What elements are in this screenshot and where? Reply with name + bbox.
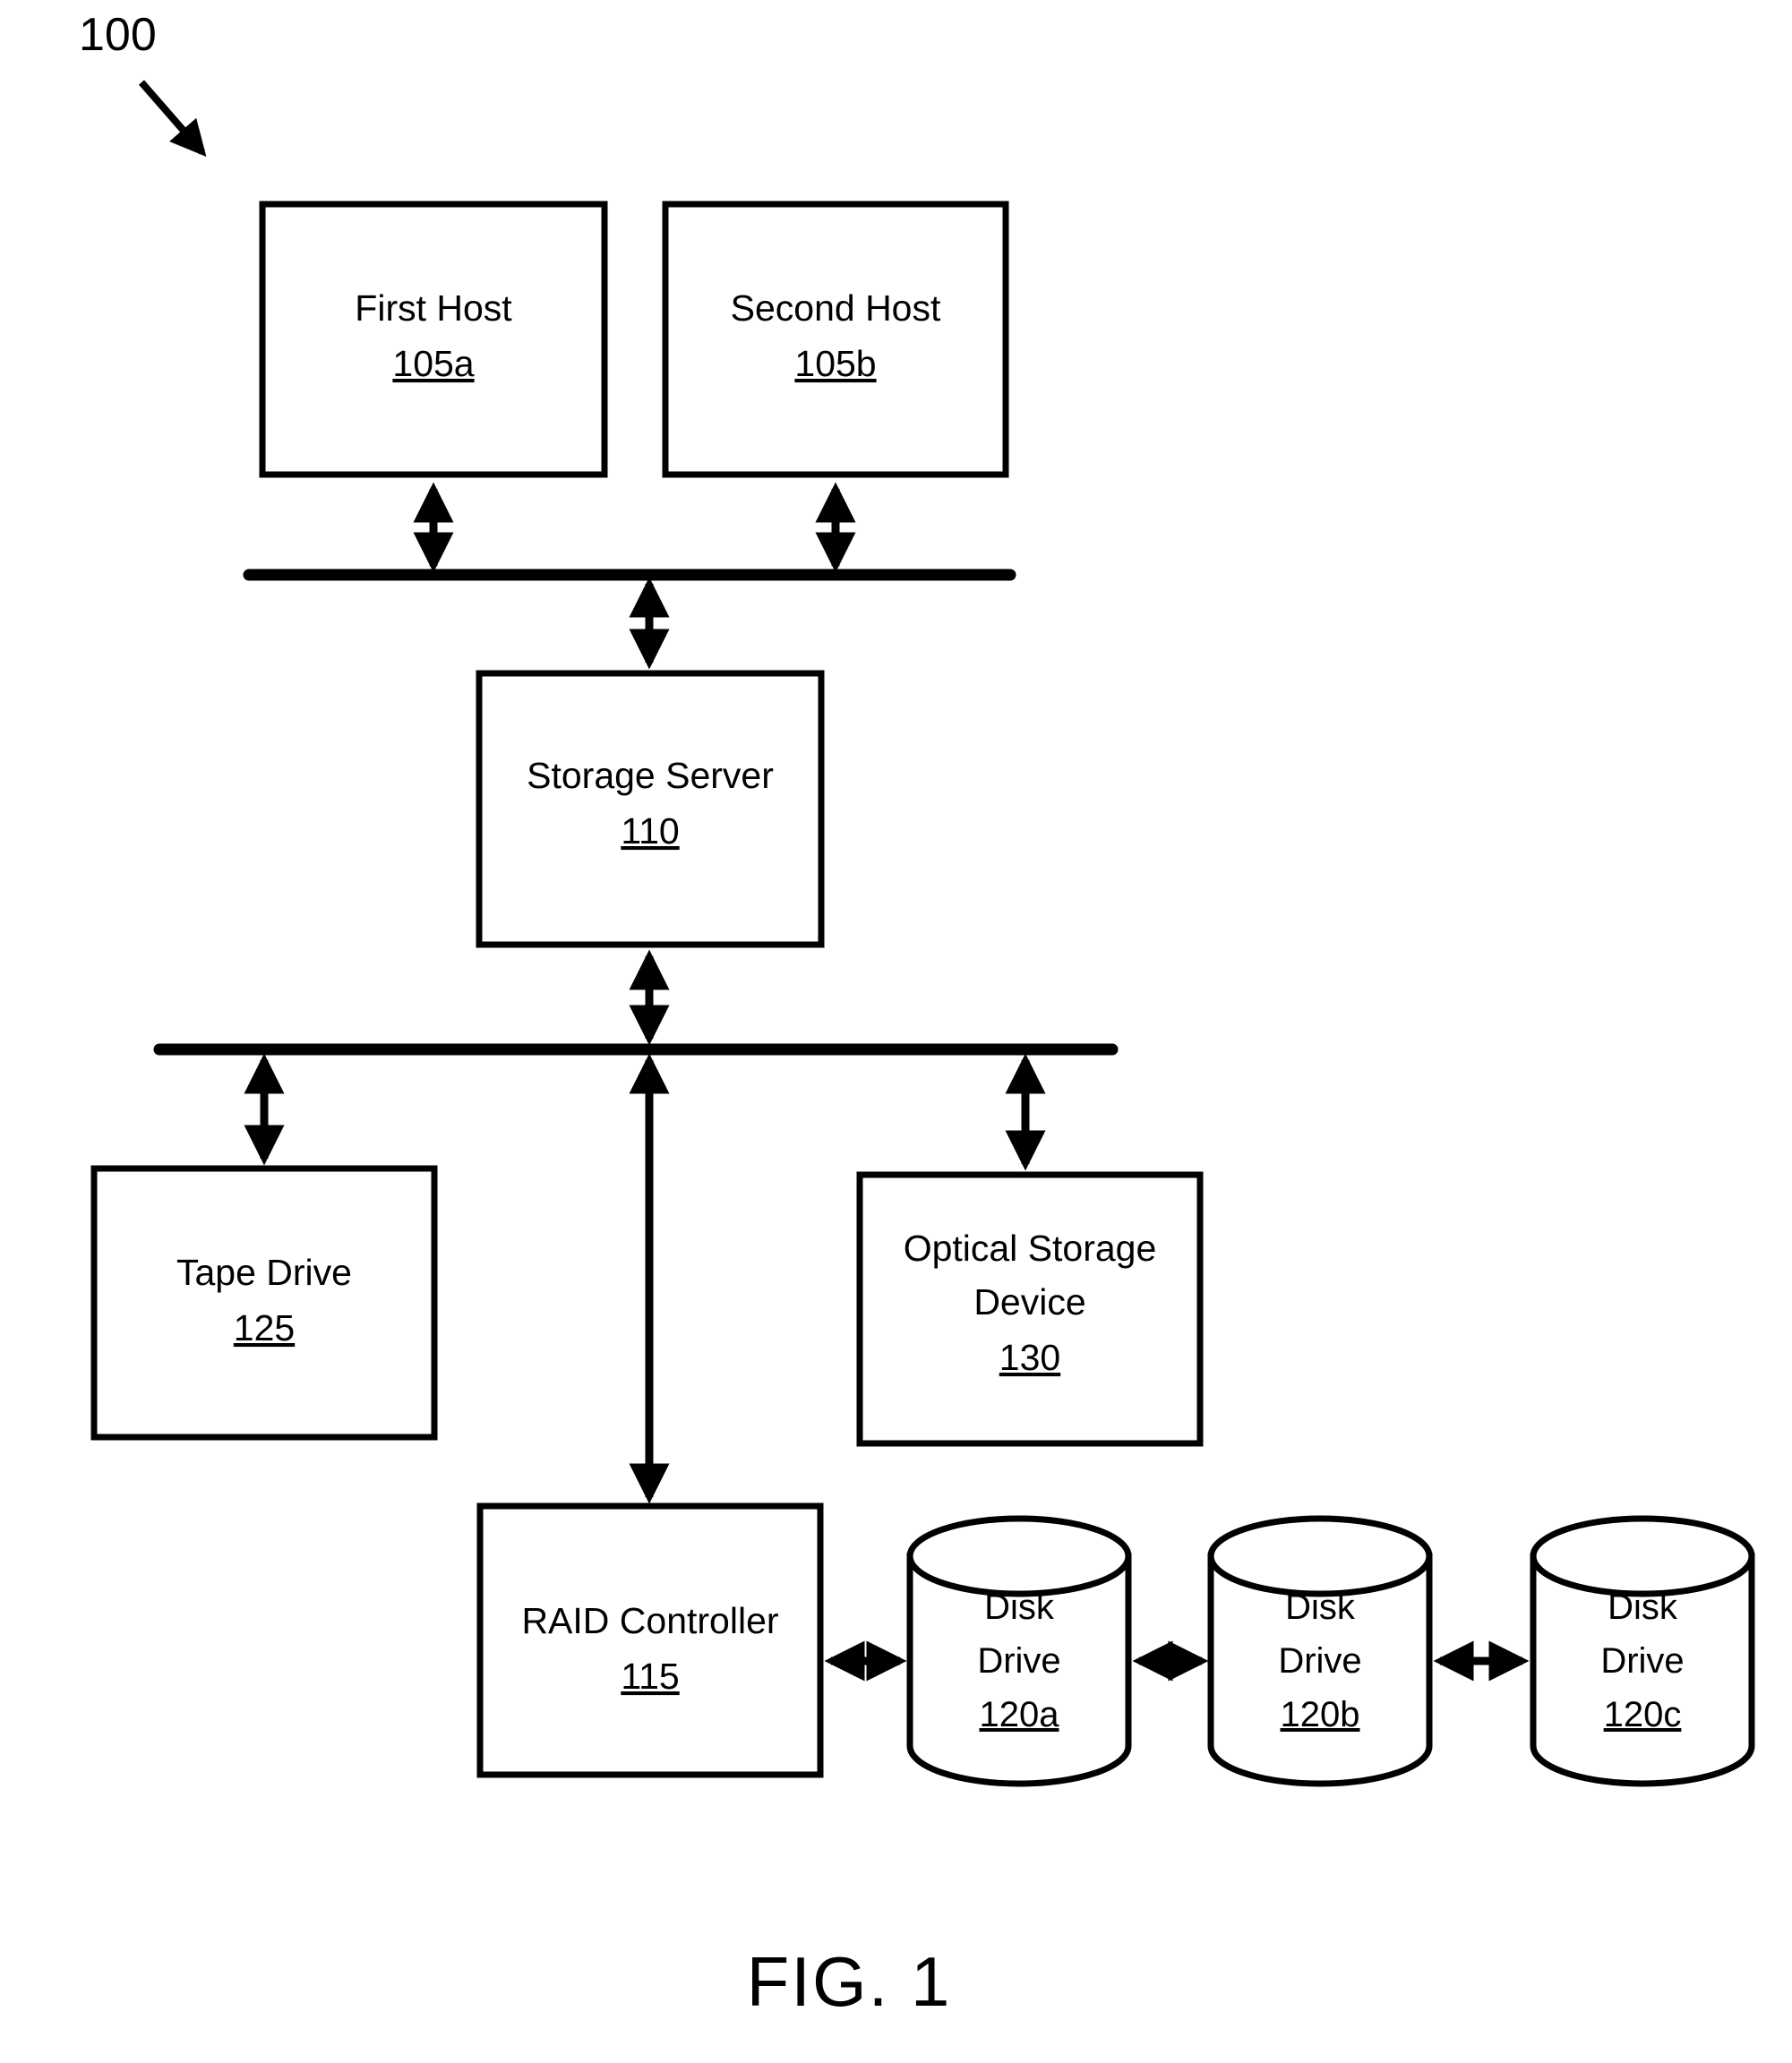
optical-storage-reference: 130 <box>999 1337 1060 1378</box>
tape-drive-label: Tape Drive <box>176 1252 352 1293</box>
node-storage-server <box>476 670 825 948</box>
system-reference-label: 100 <box>79 9 157 61</box>
node-second-host <box>662 201 1009 478</box>
first-host-reference: 105a <box>392 343 474 384</box>
disk-drive-b-label-line2: Drive <box>1278 1641 1361 1681</box>
tape-drive-reference: 125 <box>234 1307 295 1348</box>
diagram-canvas: 100 First Host 105a Second Host 105b Sto… <box>79 9 1755 2021</box>
node-first-host <box>259 201 608 478</box>
raid-controller-label: RAID Controller <box>521 1600 778 1641</box>
disk-drive-c-reference: 120c <box>1604 1695 1682 1734</box>
optical-storage-label-line2: Device <box>973 1281 1085 1323</box>
disk-drive-b-label-line1: Disk <box>1285 1588 1356 1627</box>
system-lead-line <box>138 80 207 158</box>
disk-drive-c-label-line1: Disk <box>1608 1588 1678 1627</box>
disk-drive-a-label-line1: Disk <box>984 1588 1055 1627</box>
node-disk-drive-a: Disk Drive 120a <box>906 1515 1132 1787</box>
storage-server-label: Storage Server <box>527 755 774 796</box>
second-host-reference: 105b <box>794 343 876 384</box>
disk-drive-a-reference: 120a <box>980 1695 1060 1734</box>
disk-drive-c-label-line2: Drive <box>1600 1641 1684 1681</box>
second-host-label: Second Host <box>731 287 941 329</box>
optical-storage-label-line1: Optical Storage <box>904 1228 1157 1269</box>
raid-controller-reference: 115 <box>621 1656 679 1697</box>
storage-server-reference: 110 <box>621 810 679 852</box>
node-tape-drive <box>90 1165 438 1441</box>
figure-caption: FIG. 1 <box>747 1942 952 2021</box>
disk-drive-a-label-line2: Drive <box>977 1641 1060 1681</box>
node-disk-drive-c: Disk Drive 120c <box>1530 1515 1755 1787</box>
patent-figure: 100 First Host 105a Second Host 105b Sto… <box>0 0 1792 2063</box>
node-disk-drive-b: Disk Drive 120b <box>1207 1515 1433 1787</box>
disk-drive-b-reference: 120b <box>1281 1695 1360 1734</box>
first-host-label: First Host <box>355 287 512 329</box>
